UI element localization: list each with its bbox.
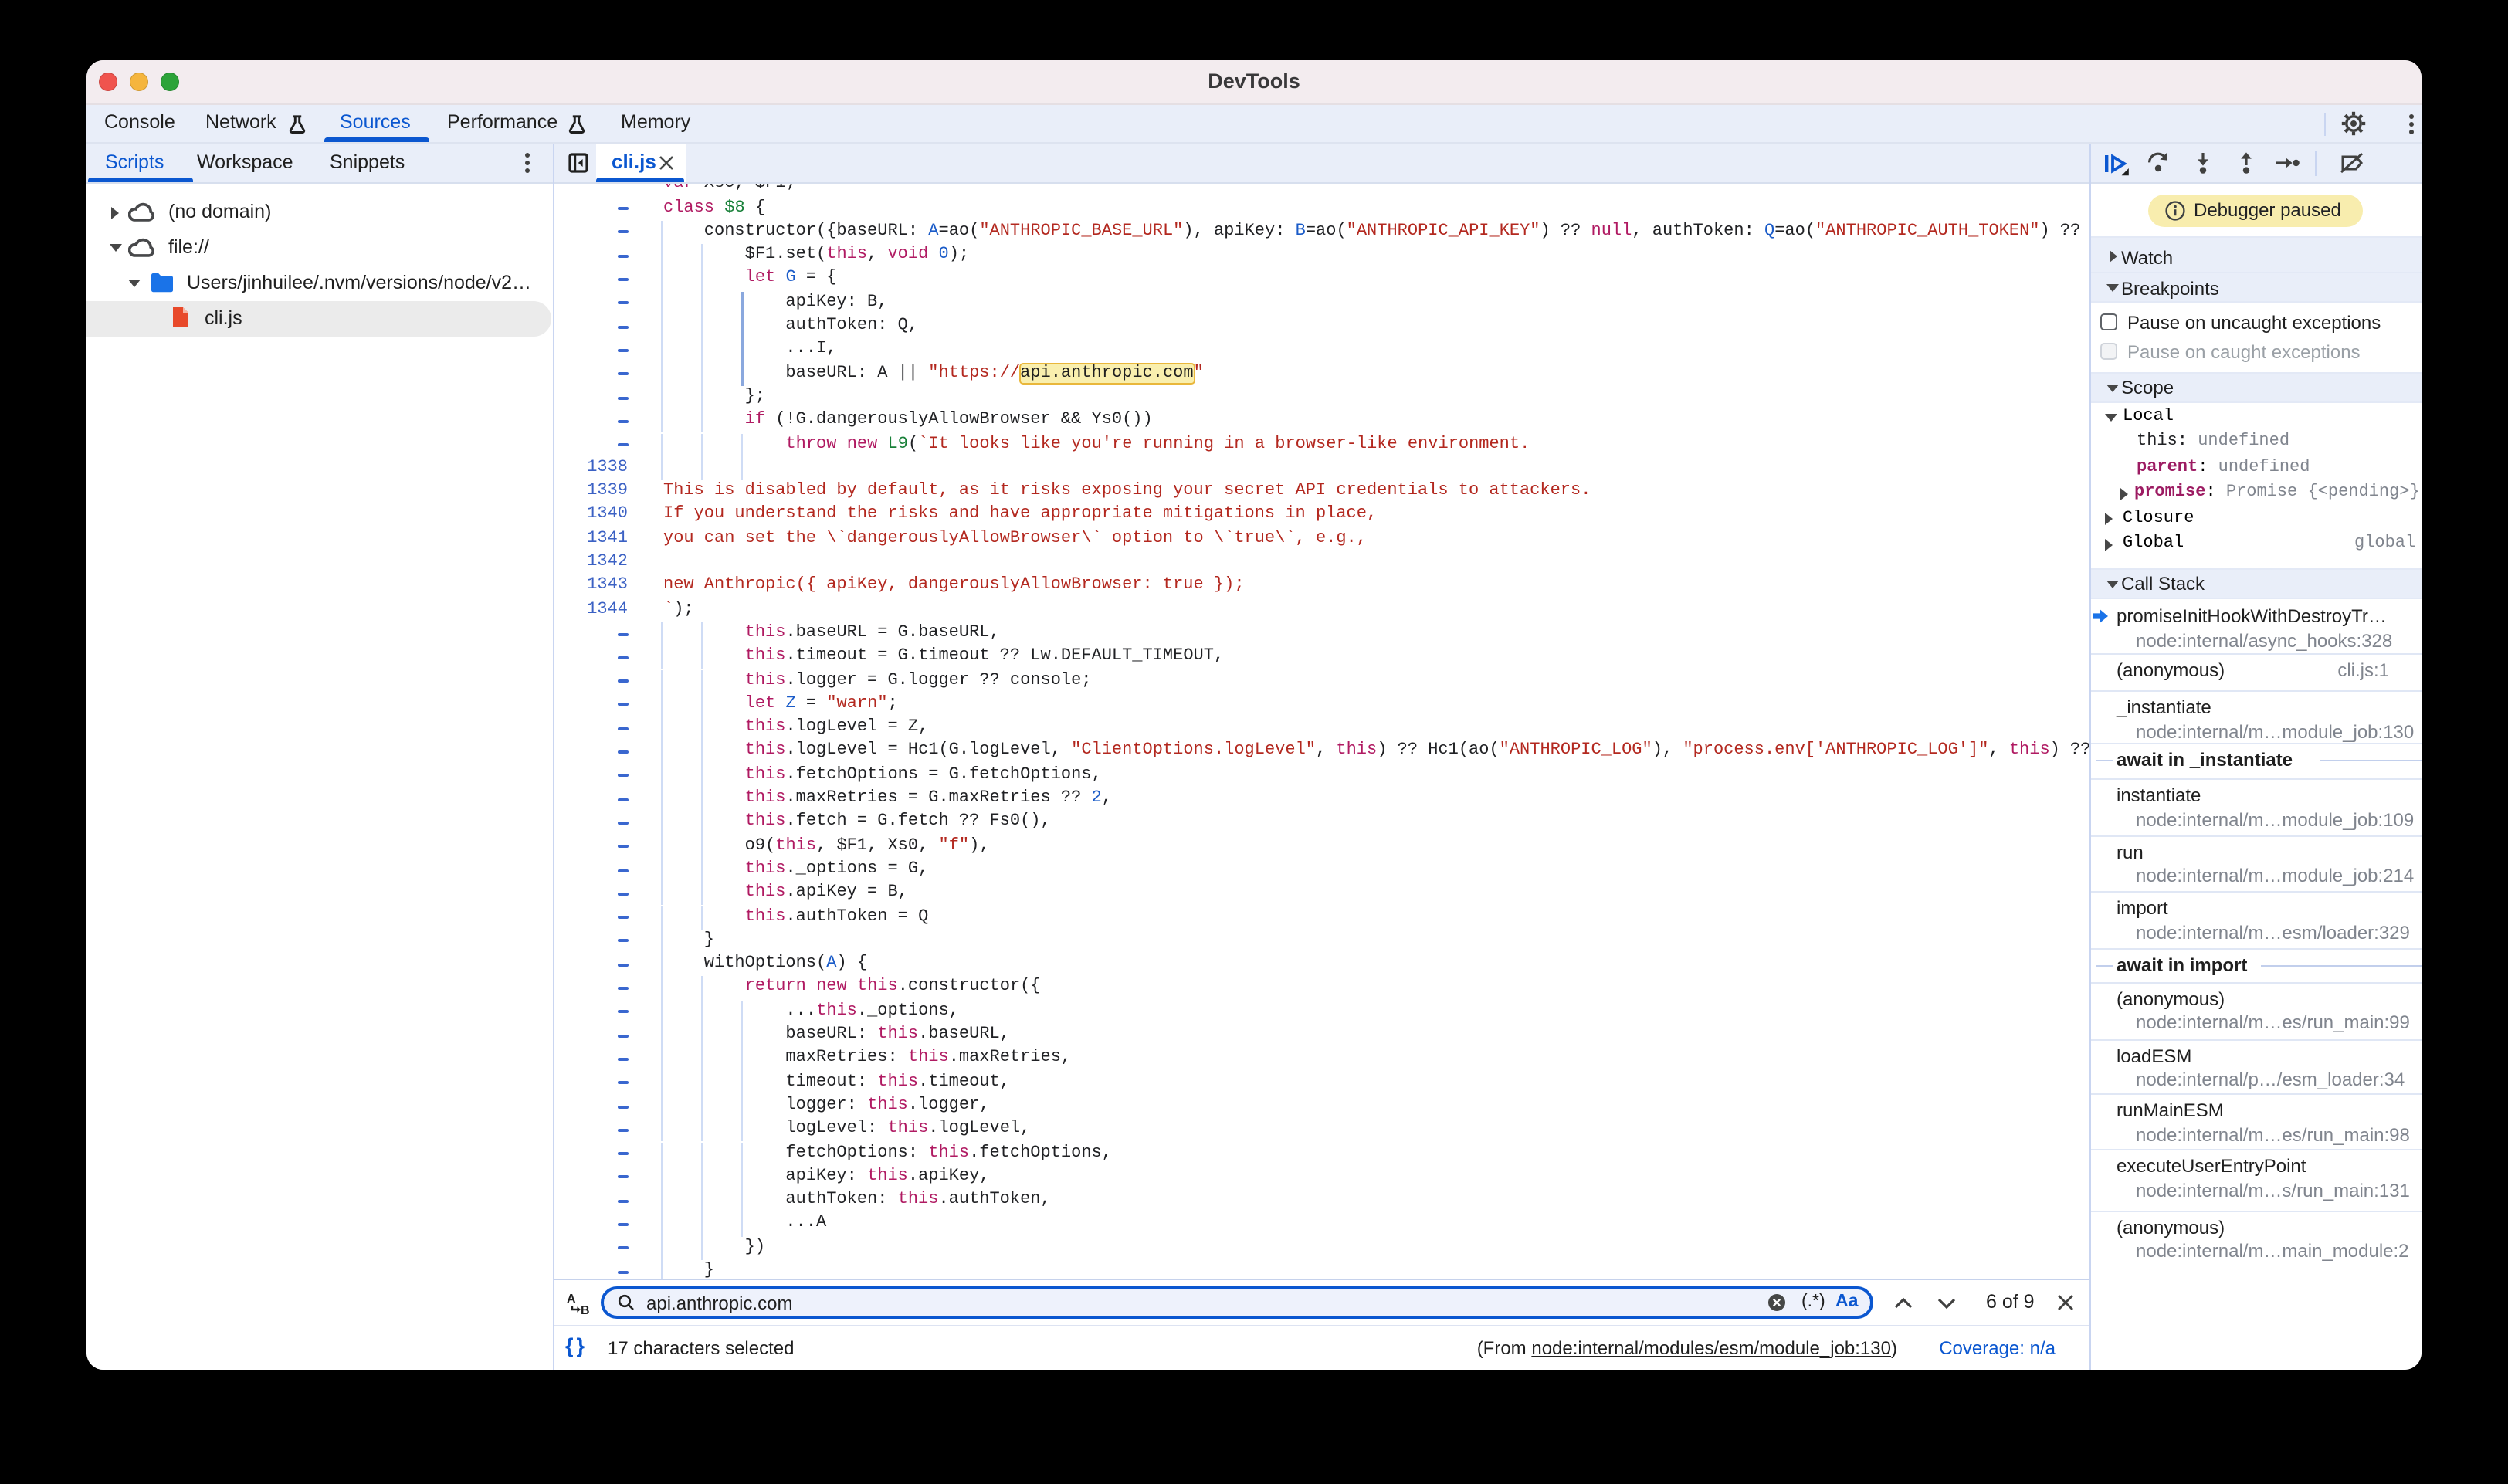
svg-text:B: B bbox=[580, 1303, 589, 1316]
svg-text:A: A bbox=[566, 1292, 575, 1305]
